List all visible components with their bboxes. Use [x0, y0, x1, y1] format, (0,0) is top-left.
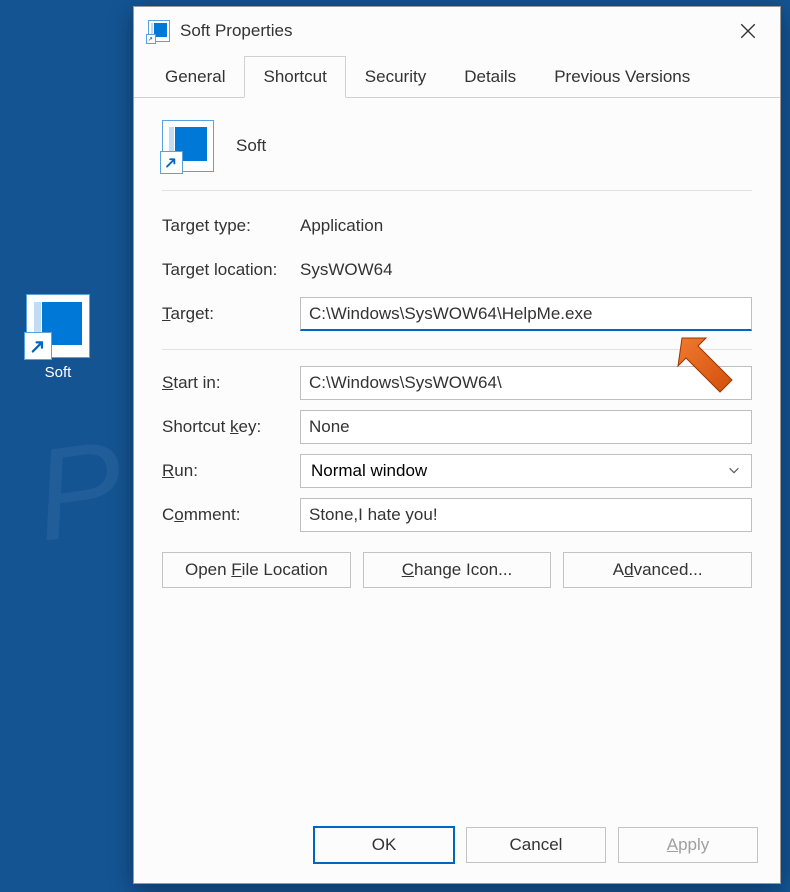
tab-shortcut[interactable]: Shortcut [244, 56, 345, 98]
label-target: Target: [162, 304, 300, 324]
tab-details[interactable]: Details [445, 56, 535, 98]
chevron-down-icon [727, 463, 741, 480]
tabstrip: General Shortcut Security Details Previo… [134, 55, 780, 98]
properties-dialog: Soft Properties General Shortcut Securit… [133, 6, 781, 884]
label-target-type: Target type: [162, 216, 300, 236]
shortcut-key-input[interactable] [300, 410, 752, 444]
ok-button[interactable]: OK [314, 827, 454, 863]
label-start-in: Start in: [162, 373, 300, 393]
start-in-input[interactable] [300, 366, 752, 400]
row-shortcut-key: Shortcut key: [162, 408, 752, 446]
value-target-location: SysWOW64 [300, 260, 393, 280]
cancel-button[interactable]: Cancel [466, 827, 606, 863]
close-icon [739, 22, 757, 40]
label-target-location: Target location: [162, 260, 300, 280]
titlebar-title: Soft Properties [180, 21, 726, 41]
desktop-shortcut-label: Soft [12, 364, 104, 381]
tab-content: Soft Target type: Application Target loc… [134, 98, 780, 598]
tab-general[interactable]: General [146, 56, 244, 98]
desktop-shortcut-soft[interactable]: Soft [12, 294, 104, 381]
label-run: Run: [162, 461, 300, 481]
row-start-in: Start in: [162, 364, 752, 402]
dialog-footer: OK Cancel Apply [314, 827, 758, 863]
tab-previous-versions[interactable]: Previous Versions [535, 56, 709, 98]
row-comment: Comment: [162, 496, 752, 534]
tab-security[interactable]: Security [346, 56, 445, 98]
label-shortcut-key: Shortcut key: [162, 417, 300, 437]
item-header: Soft [162, 120, 752, 191]
change-icon-button[interactable]: Change Icon... [363, 552, 552, 588]
open-file-location-button[interactable]: Open File Location [162, 552, 351, 588]
titlebar-icon [148, 20, 170, 42]
item-icon [162, 120, 214, 172]
divider [162, 349, 752, 350]
row-target-location: Target location: SysWOW64 [162, 251, 752, 289]
value-target-type: Application [300, 216, 383, 236]
close-button[interactable] [726, 15, 770, 47]
row-target-type: Target type: Application [162, 207, 752, 245]
run-select[interactable]: Normal window [300, 454, 752, 488]
row-target: Target: [162, 295, 752, 333]
apply-button[interactable]: Apply [618, 827, 758, 863]
advanced-button[interactable]: Advanced... [563, 552, 752, 588]
titlebar[interactable]: Soft Properties [134, 7, 780, 55]
row-run: Run: Normal window [162, 452, 752, 490]
run-select-value: Normal window [311, 461, 427, 481]
target-input[interactable] [300, 297, 752, 331]
item-name: Soft [236, 136, 266, 156]
action-button-row: Open File Location Change Icon... Advanc… [162, 552, 752, 588]
shortcut-icon [26, 294, 90, 358]
comment-input[interactable] [300, 498, 752, 532]
label-comment: Comment: [162, 505, 300, 525]
shortcut-arrow-icon [29, 337, 47, 355]
